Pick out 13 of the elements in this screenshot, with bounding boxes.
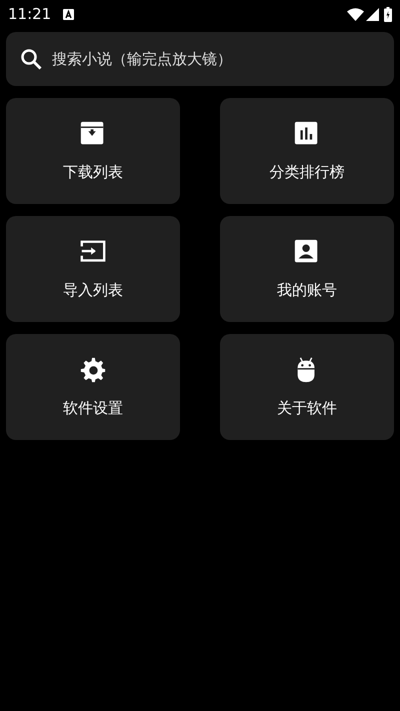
menu-tile[interactable]: 导入列表 [6, 216, 180, 322]
status-time: 11:21 [8, 4, 52, 25]
menu-tile[interactable]: 分类排行榜 [220, 98, 394, 204]
search-field[interactable]: 搜索小说（输完点放大镜） [6, 32, 394, 86]
battery-icon [384, 6, 392, 22]
notification-icon [63, 8, 74, 20]
wifi-icon [347, 8, 364, 20]
menu-tile[interactable]: 软件设置 [6, 334, 180, 440]
menu-tile[interactable]: 我的账号 [220, 216, 394, 322]
signal-icon [366, 8, 379, 20]
search-icon [20, 48, 42, 70]
menu-tile[interactable]: 下载列表 [6, 98, 180, 204]
menu-tile[interactable]: 关于软件 [220, 334, 394, 440]
